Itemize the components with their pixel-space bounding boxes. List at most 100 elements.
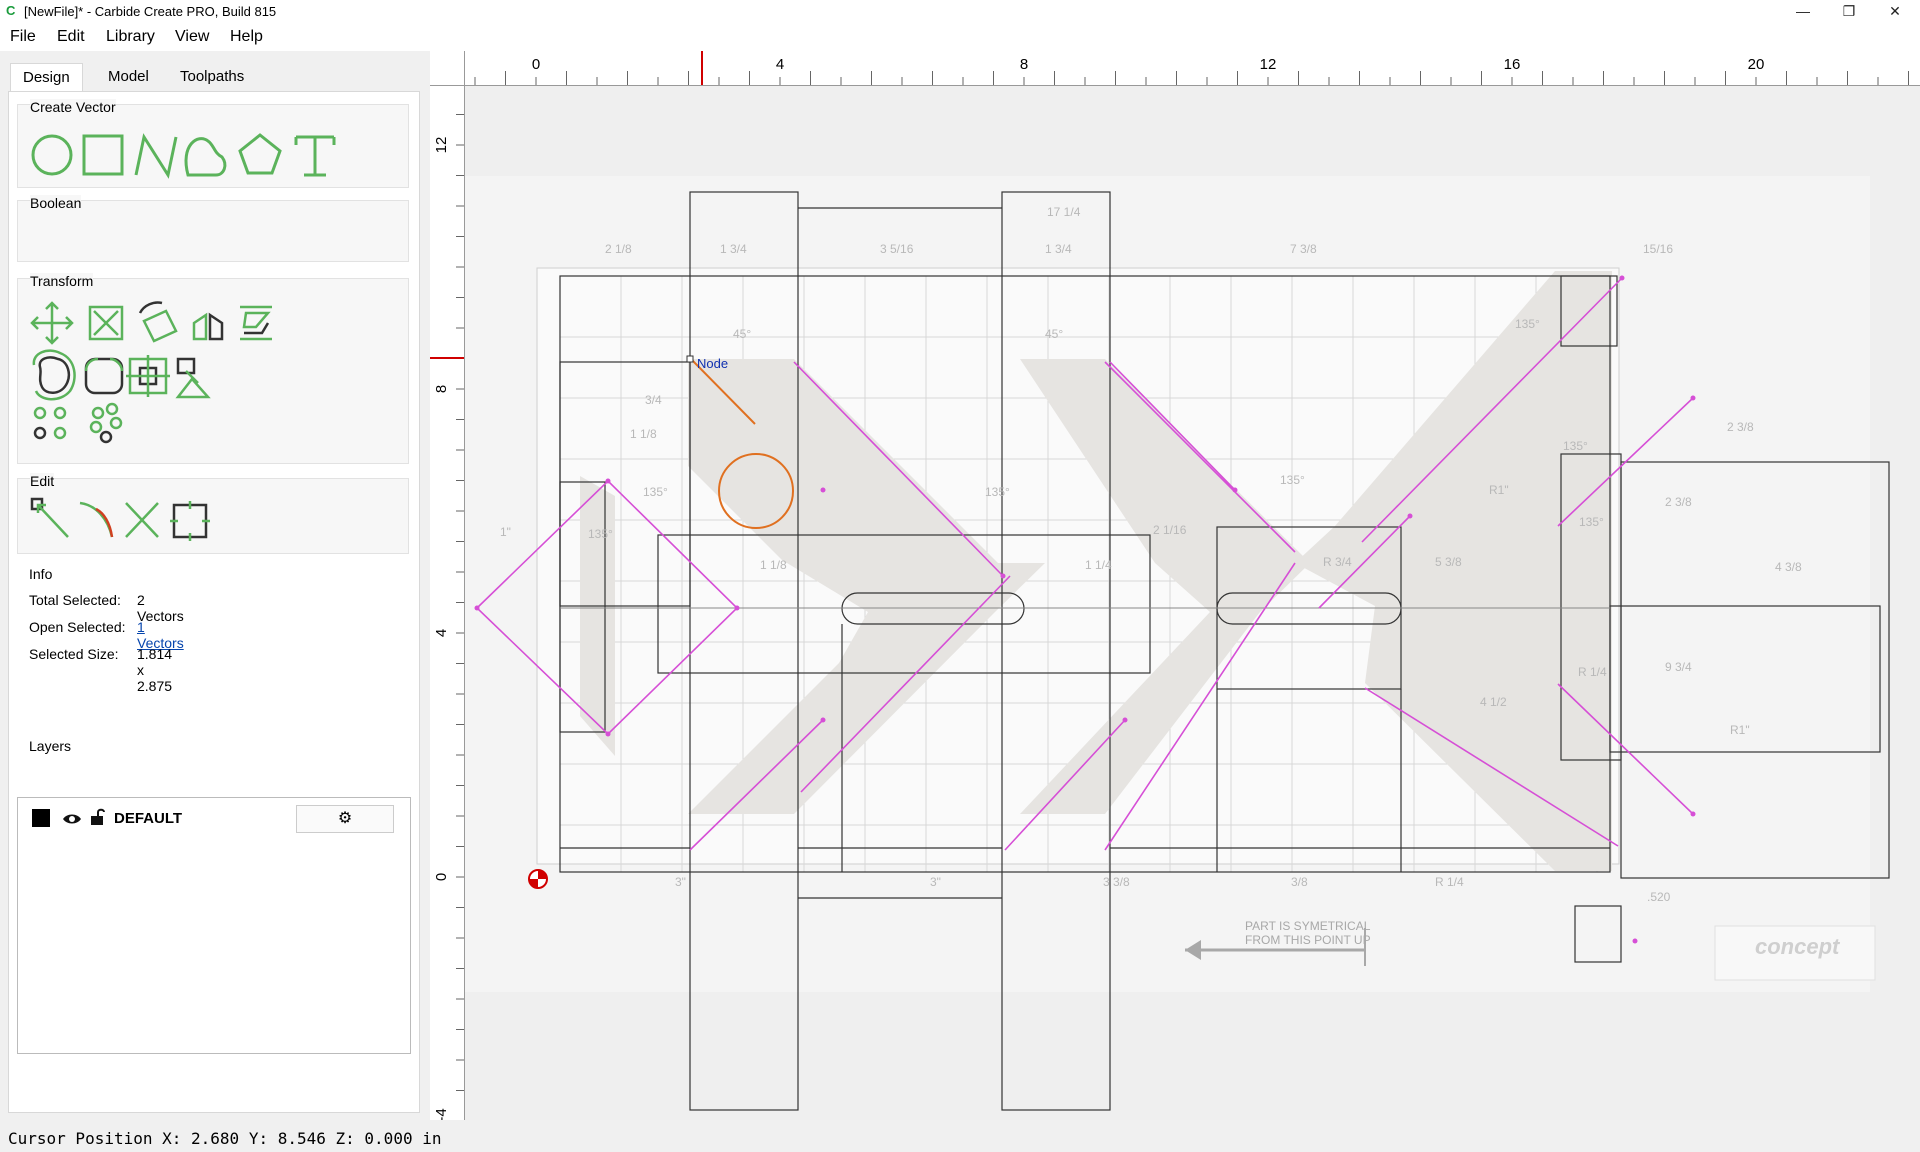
tab-model[interactable]: Model: [96, 63, 161, 91]
info-group: Info Total Selected: 2 Vectors Open Sele…: [17, 566, 407, 694]
svg-text:R 1/4: R 1/4: [1435, 875, 1464, 889]
gear-icon: ⚙: [337, 810, 353, 827]
mirror-icon[interactable]: [192, 312, 224, 341]
ruler-left[interactable]: 12 8 4 0 -4: [430, 85, 465, 1120]
scale-icon[interactable]: [88, 305, 124, 341]
svg-text:15/16: 15/16: [1643, 242, 1673, 256]
ruler-left-label: 12: [433, 137, 450, 154]
menu-library[interactable]: Library: [106, 28, 155, 46]
boolean-group: Boolean: [17, 195, 409, 262]
tab-design[interactable]: Design: [10, 63, 83, 92]
svg-text:45°: 45°: [1045, 327, 1063, 341]
circle-icon[interactable]: [31, 134, 73, 176]
open-selected-row: Open Selected: 1 Vectors: [29, 619, 184, 651]
circular-array-icon[interactable]: [33, 406, 67, 440]
boolean-title: Boolean: [30, 195, 82, 211]
close-icon[interactable]: ✕: [1872, 0, 1918, 24]
svg-text:FROM THIS POINT UP: FROM THIS POINT UP: [1245, 933, 1371, 947]
svg-text:R1": R1": [1489, 483, 1509, 497]
ruler-top-label: 8: [1020, 56, 1028, 73]
svg-text:.520: .520: [1647, 890, 1671, 904]
svg-text:135°: 135°: [985, 485, 1010, 499]
curve-icon[interactable]: [184, 137, 227, 177]
svg-text:2 3/8: 2 3/8: [1665, 495, 1692, 509]
ruler-corner: [430, 51, 465, 86]
svg-text:1 3/4: 1 3/4: [1045, 242, 1072, 256]
align-icon[interactable]: [240, 305, 272, 341]
design-pane: Create Vector Boolean Transform Edit Inf…: [8, 91, 420, 1113]
origin-marker: [528, 869, 548, 889]
linear-array-icon[interactable]: [89, 402, 123, 444]
fillet-icon[interactable]: [84, 357, 124, 395]
svg-text:2 1/16: 2 1/16: [1153, 523, 1187, 537]
concept-watermark: concept: [1714, 925, 1876, 981]
svg-text:3/8: 3/8: [1291, 875, 1308, 889]
ruler-top-label: 4: [776, 56, 784, 73]
layer-name: DEFAULT: [114, 810, 183, 827]
menu-help[interactable]: Help: [230, 28, 263, 46]
menu-bar: File Edit Library View Help: [0, 24, 1920, 51]
move-icon[interactable]: [30, 301, 74, 345]
rotate-icon[interactable]: [138, 301, 178, 343]
text-icon[interactable]: [294, 135, 336, 177]
svg-text:2 1/8: 2 1/8: [605, 242, 632, 256]
polygon-icon[interactable]: [238, 133, 282, 175]
svg-text:135°: 135°: [1579, 515, 1604, 529]
layers-title: Layers: [29, 738, 72, 754]
svg-text:1 1/8: 1 1/8: [760, 558, 787, 572]
layer-color-swatch[interactable]: [32, 809, 50, 827]
menu-edit[interactable]: Edit: [57, 28, 85, 46]
layer-settings-button[interactable]: ⚙: [296, 805, 394, 833]
info-title: Info: [29, 566, 53, 582]
svg-text:R1": R1": [1730, 723, 1750, 737]
selected-size-label: Selected Size:: [29, 646, 119, 662]
node-edit-icon[interactable]: [30, 497, 69, 538]
svg-text:7 3/8: 7 3/8: [1290, 242, 1317, 256]
svg-text:3 3/8: 3 3/8: [1103, 875, 1130, 889]
trim-curve-icon[interactable]: [79, 501, 114, 538]
svg-text:17 1/4: 17 1/4: [1047, 205, 1081, 219]
svg-text:45°: 45°: [733, 327, 751, 341]
ruler-top[interactable]: 0 4 8 12 16 20: [430, 51, 1920, 86]
svg-text:2 3/8: 2 3/8: [1727, 420, 1754, 434]
pattern-icon[interactable]: [175, 357, 211, 399]
svg-text:3 5/16: 3 5/16: [880, 242, 914, 256]
svg-text:3/4: 3/4: [645, 393, 662, 407]
polyline-icon[interactable]: [134, 133, 178, 179]
svg-text:135°: 135°: [643, 485, 668, 499]
layer-row[interactable]: DEFAULT ⚙: [18, 802, 408, 834]
center-icon[interactable]: [126, 355, 170, 397]
ruler-top-label: 12: [1260, 56, 1277, 73]
bounding-box-icon[interactable]: [170, 501, 210, 541]
restore-icon[interactable]: ❐: [1826, 0, 1872, 24]
node-handle[interactable]: [686, 355, 694, 363]
cut-icon[interactable]: [125, 502, 159, 538]
svg-text:135°: 135°: [1280, 473, 1305, 487]
rectangle-icon[interactable]: [82, 134, 124, 176]
ruler-top-label: 16: [1504, 56, 1521, 73]
svg-text:3": 3": [675, 875, 686, 889]
total-selected-label: Total Selected:: [29, 592, 121, 608]
title-bar: C [NewFile]* - Carbide Create PRO, Build…: [0, 0, 1920, 24]
ruler-left-label: 4: [433, 629, 450, 637]
layers-list: DEFAULT ⚙: [17, 797, 411, 1054]
edit-group: Edit: [17, 473, 409, 554]
svg-text:135°: 135°: [1515, 317, 1540, 331]
eye-icon[interactable]: [62, 812, 82, 826]
svg-text:1": 1": [500, 525, 511, 539]
svg-text:5 3/8: 5 3/8: [1435, 555, 1462, 569]
menu-file[interactable]: File: [10, 28, 36, 46]
unlock-icon[interactable]: [90, 808, 106, 826]
status-bar: Cursor Position X: 2.680 Y: 8.546 Z: 0.0…: [0, 1126, 1920, 1152]
minimize-icon[interactable]: —: [1780, 0, 1826, 24]
offset-icon[interactable]: [32, 349, 76, 401]
left-panel: Design Model Toolpaths Create Vector Boo…: [0, 51, 428, 1116]
design-canvas[interactable]: Node 2 1/8 1 3/4 3 5/16 1 3/4 17 1/4 7 3…: [465, 86, 1920, 1120]
tab-toolpaths[interactable]: Toolpaths: [168, 63, 256, 91]
ruler-left-label: 0: [433, 873, 450, 881]
svg-text:R 3/4: R 3/4: [1323, 555, 1352, 569]
svg-text:4 1/2: 4 1/2: [1480, 695, 1507, 709]
ruler-top-label: 0: [532, 56, 540, 73]
menu-view[interactable]: View: [175, 28, 209, 46]
selected-size-row: Selected Size: 1.814 x 2.875: [29, 646, 172, 694]
